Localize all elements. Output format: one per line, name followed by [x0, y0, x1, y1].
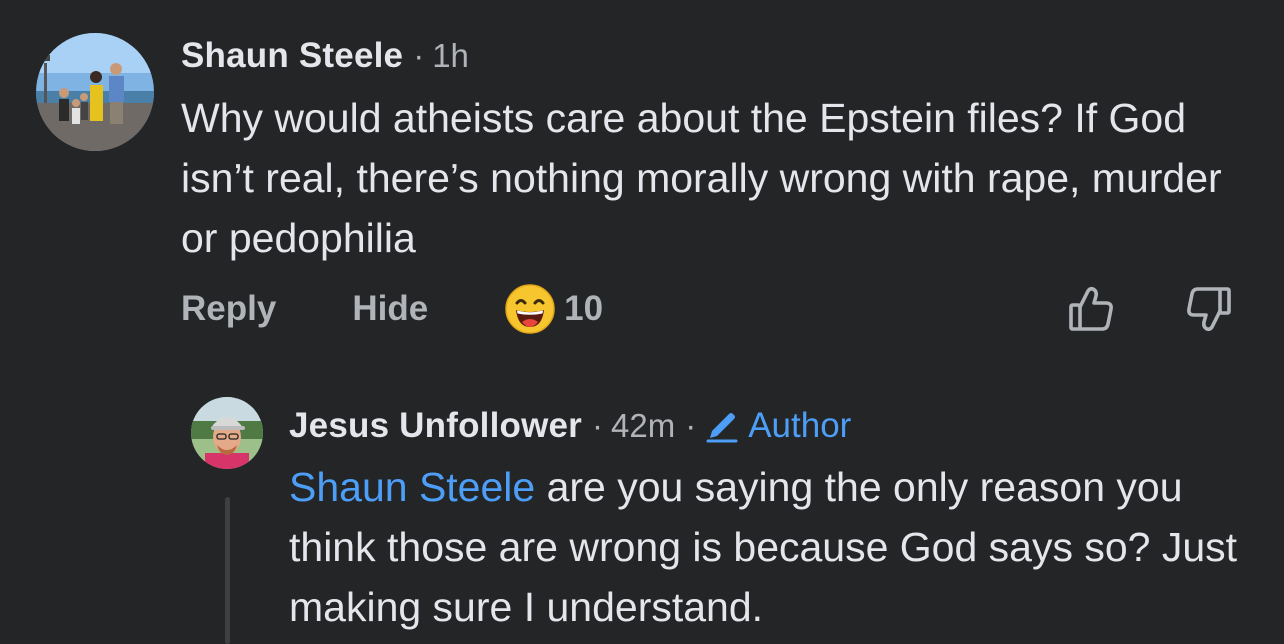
- reply-author-avatar[interactable]: [191, 397, 263, 469]
- thumbs-down-icon[interactable]: [1184, 284, 1234, 334]
- thread-connector-line: [225, 497, 230, 644]
- comment-header: Shaun Steele · 1h: [181, 36, 469, 80]
- thumbs-up-icon[interactable]: [1066, 284, 1116, 334]
- comment-timestamp[interactable]: 1h: [432, 37, 469, 75]
- separator-dot: ·: [413, 37, 425, 74]
- reply-timestamp[interactable]: 42m: [611, 407, 675, 445]
- mention-link[interactable]: Shaun Steele: [289, 464, 535, 510]
- author-badge: Author: [748, 406, 852, 445]
- reaction-count: 10: [564, 289, 604, 328]
- commenter-avatar[interactable]: [36, 33, 154, 151]
- reply-author-name[interactable]: Jesus Unfollower: [289, 406, 582, 446]
- reply-header: Jesus Unfollower · 42m · Author: [289, 404, 851, 448]
- pencil-icon: [704, 408, 740, 444]
- hide-button[interactable]: Hide: [352, 289, 428, 329]
- family-photo-avatar-image: [36, 33, 154, 151]
- commenter-name[interactable]: Shaun Steele: [181, 36, 403, 76]
- reaction-summary[interactable]: 10: [504, 283, 603, 335]
- reply-button[interactable]: Reply: [181, 289, 276, 329]
- grinning-face-emoji-icon: [505, 284, 555, 334]
- separator-dot: ·: [592, 407, 603, 444]
- man-with-cap-avatar-image: [191, 397, 263, 469]
- reply-text: Shaun Steele are you saying the only rea…: [289, 457, 1249, 637]
- separator-dot: ·: [685, 407, 697, 444]
- comment-thread: Shaun Steele · 1h Why would atheists car…: [0, 0, 1284, 644]
- comment-actions: Reply Hide 10: [181, 283, 603, 335]
- comment-text: Why would atheists care about the Epstei…: [181, 95, 1222, 261]
